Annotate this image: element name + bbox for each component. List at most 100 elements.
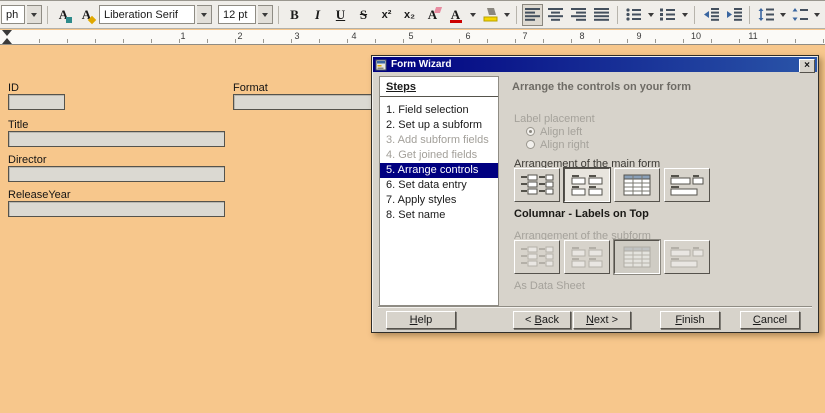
bold-icon: B xyxy=(290,7,299,23)
italic-button[interactable]: I xyxy=(307,4,328,26)
close-button[interactable]: × xyxy=(799,59,815,73)
steps-heading: Steps xyxy=(380,77,498,97)
numbered-list-button[interactable] xyxy=(657,4,678,26)
font-size-input[interactable]: 12 pt xyxy=(218,5,256,24)
field-input-id[interactable] xyxy=(8,94,65,110)
superscript-button[interactable]: x² xyxy=(376,4,397,26)
finish-button[interactable]: Finish xyxy=(660,311,720,329)
clear-formatting-button[interactable]: A xyxy=(422,4,443,26)
paragraph-spacing-button[interactable] xyxy=(789,4,810,26)
underline-button[interactable]: U xyxy=(330,4,351,26)
step-set-data-entry[interactable]: 6. Set data entry xyxy=(380,178,498,193)
step-set-name[interactable]: 8. Set name xyxy=(380,208,498,223)
ruler-number: 7 xyxy=(522,31,527,41)
ruler-number: 4 xyxy=(351,31,356,41)
decrease-indent-icon xyxy=(703,8,719,21)
ruler-number: 2 xyxy=(237,31,242,41)
line-spacing-dropdown-button[interactable] xyxy=(778,4,787,26)
decrease-indent-button[interactable] xyxy=(700,4,721,26)
step-set-up-subform[interactable]: 2. Set up a subform xyxy=(380,118,498,133)
ruler-number: 6 xyxy=(465,31,470,41)
left-indent-marker[interactable] xyxy=(2,38,12,44)
close-icon: × xyxy=(804,61,810,71)
paragraph-spacing-dropdown-button[interactable] xyxy=(812,4,821,26)
field-label-director: Director xyxy=(8,154,47,166)
paragraph-style-input[interactable]: ph xyxy=(1,5,25,24)
back-button[interactable]: < Back xyxy=(513,311,571,329)
align-center-button[interactable] xyxy=(545,4,566,26)
update-style-badge-icon xyxy=(66,17,72,23)
next-button[interactable]: Next > xyxy=(573,311,631,329)
field-input-title[interactable] xyxy=(8,131,225,147)
paragraph-style-value: ph xyxy=(6,9,18,21)
bold-button[interactable]: B xyxy=(284,4,305,26)
first-line-indent-marker[interactable] xyxy=(2,30,12,36)
step-apply-styles[interactable]: 7. Apply styles xyxy=(380,193,498,208)
toolbar-separator xyxy=(694,6,695,24)
help-button[interactable]: Help xyxy=(386,311,456,329)
align-justify-button[interactable] xyxy=(591,4,612,26)
font-name-dropdown-button[interactable] xyxy=(197,5,212,24)
step-add-subform-fields: 3. Add subform fields xyxy=(380,133,498,148)
arrangement-columnar-labels-left-button[interactable] xyxy=(514,168,560,202)
superscript-icon: x² xyxy=(382,9,392,21)
ruler-number: 8 xyxy=(579,31,584,41)
paragraph-style-dropdown-button[interactable] xyxy=(27,5,42,24)
in-blocks-labels-above-icon xyxy=(670,246,704,268)
toolbar-separator xyxy=(516,6,517,24)
chevron-down-icon xyxy=(470,13,476,17)
highlight-color-button[interactable] xyxy=(479,4,500,26)
align-right-button[interactable] xyxy=(568,4,589,26)
update-style-button[interactable]: A xyxy=(53,4,74,26)
in-blocks-labels-above-icon xyxy=(670,174,704,196)
cancel-button[interactable]: Cancel xyxy=(740,311,800,329)
align-left-button[interactable] xyxy=(522,4,543,26)
subscript-icon: x₂ xyxy=(404,9,415,21)
ruler-number: 9 xyxy=(636,31,641,41)
field-input-releaseyear[interactable] xyxy=(8,201,225,217)
font-size-dropdown-button[interactable] xyxy=(258,5,273,24)
step-arrange-controls[interactable]: 5. Arrange controls xyxy=(380,163,498,178)
ruler-number: 1 xyxy=(180,31,185,41)
field-label-id: ID xyxy=(8,82,19,94)
bullet-list-dropdown-button[interactable] xyxy=(646,4,655,26)
font-color-button[interactable]: A xyxy=(445,4,466,26)
chevron-down-icon xyxy=(780,13,786,17)
ruler-number: 3 xyxy=(294,31,299,41)
increase-indent-icon xyxy=(726,8,742,21)
toolbar-separator xyxy=(278,6,279,24)
bullet-list-button[interactable] xyxy=(623,4,644,26)
arrangement-as-data-sheet-button[interactable] xyxy=(614,168,660,202)
align-justify-icon xyxy=(594,8,610,21)
numbered-list-dropdown-button[interactable] xyxy=(680,4,689,26)
arrangement-columnar-labels-on-top-button[interactable] xyxy=(564,168,610,202)
paragraph-spacing-icon xyxy=(792,8,808,21)
highlight-color-dropdown-button[interactable] xyxy=(502,4,511,26)
formatting-toolbar: ph A A Liberation Serif 12 pt B I U S x²… xyxy=(0,0,825,29)
align-center-icon xyxy=(548,8,564,21)
line-spacing-button[interactable] xyxy=(755,4,776,26)
label-placement-heading: Label placement xyxy=(514,113,595,125)
ruler-number: 11 xyxy=(748,31,757,41)
line-spacing-icon xyxy=(758,8,774,21)
arrangement-in-blocks-button[interactable] xyxy=(664,168,710,202)
align-left-radio xyxy=(526,127,535,136)
main-form-arrangement-caption: Columnar - Labels on Top xyxy=(514,208,649,220)
step-field-selection[interactable]: 1. Field selection xyxy=(380,103,498,118)
field-input-format[interactable] xyxy=(233,94,381,110)
font-size-value: 12 pt xyxy=(223,9,247,21)
increase-indent-button[interactable] xyxy=(723,4,744,26)
strikethrough-button[interactable]: S xyxy=(353,4,374,26)
columnar-labels-left-icon xyxy=(520,174,554,196)
highlighter-icon xyxy=(482,7,498,22)
horizontal-ruler[interactable]: 1 2 3 4 5 6 7 8 9 10 11 xyxy=(0,30,825,45)
subscript-button[interactable]: x₂ xyxy=(399,4,420,26)
italic-icon: I xyxy=(315,7,320,23)
font-name-input[interactable]: Liberation Serif xyxy=(99,5,195,24)
dialog-titlebar[interactable]: Form Wizard × xyxy=(373,57,817,72)
field-input-director[interactable] xyxy=(8,166,225,182)
form-wizard-icon xyxy=(375,59,387,71)
new-style-button[interactable]: A xyxy=(76,4,97,26)
subform-arrangement-caption: As Data Sheet xyxy=(514,280,585,292)
font-color-dropdown-button[interactable] xyxy=(468,4,477,26)
